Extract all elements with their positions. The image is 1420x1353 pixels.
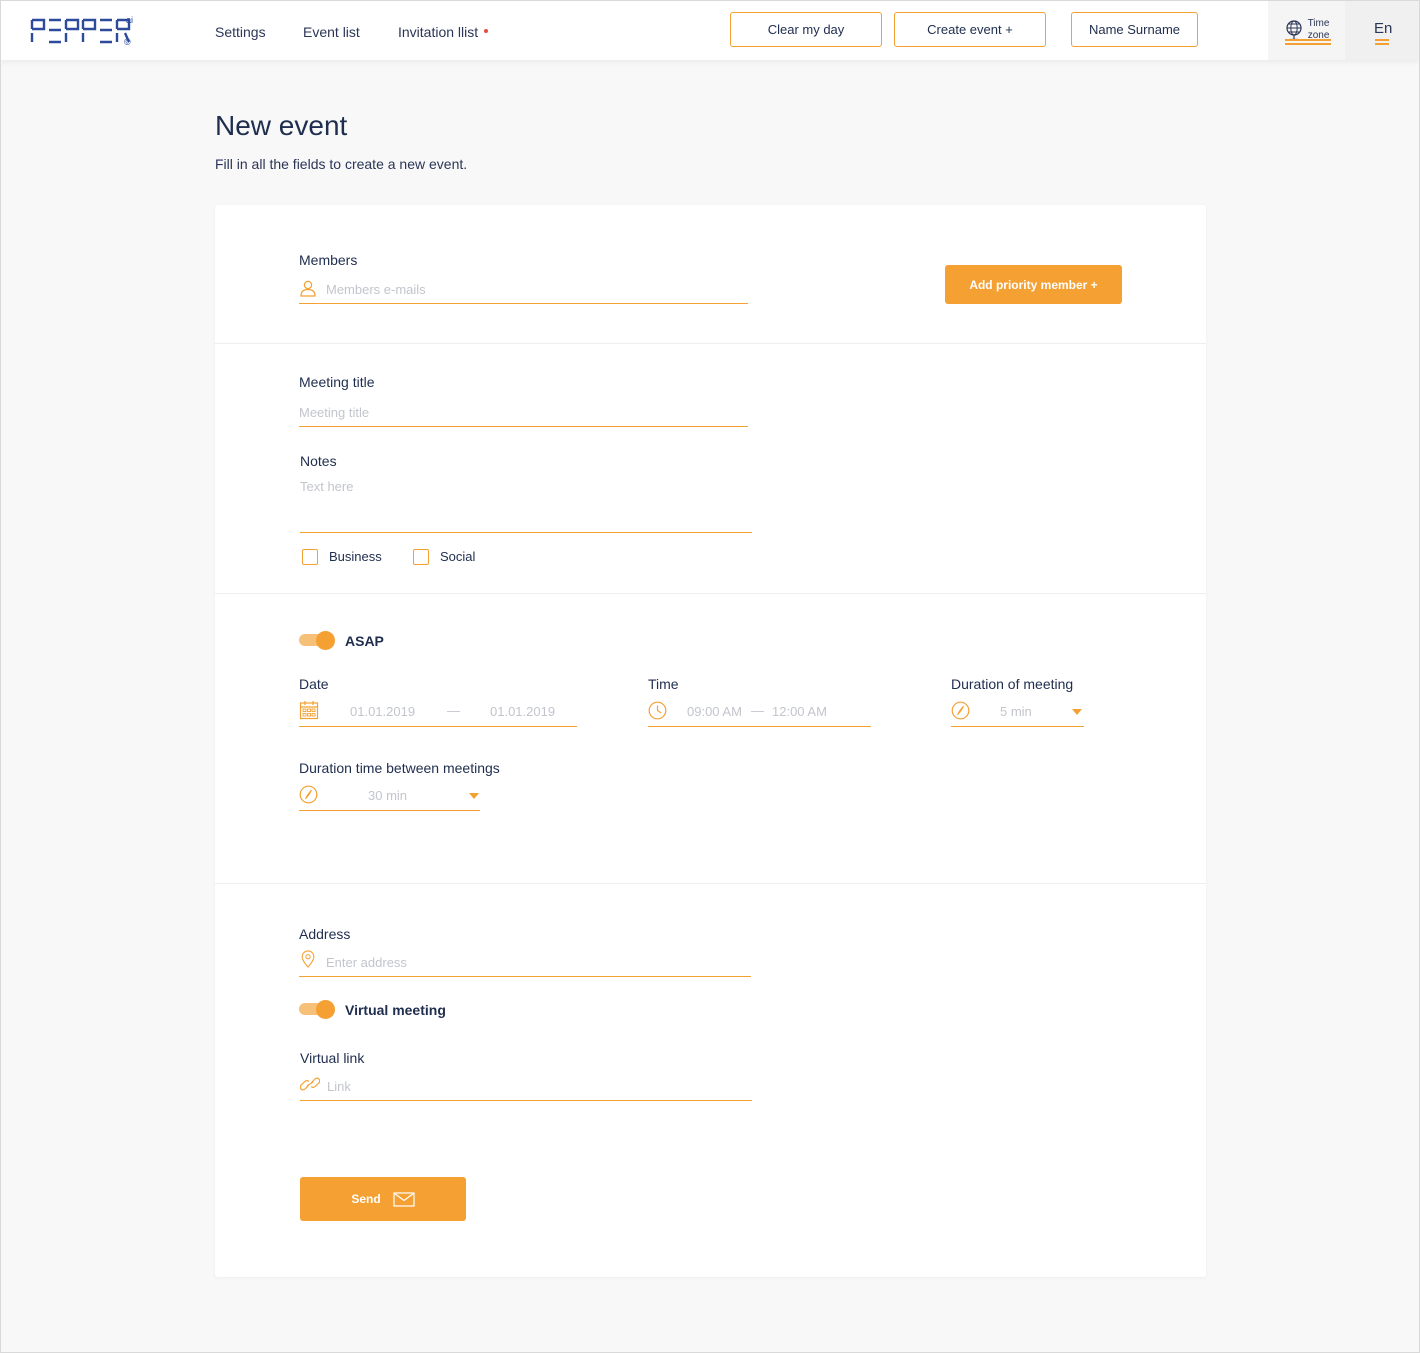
date-separator: —: [447, 703, 460, 718]
social-label: Social: [440, 549, 476, 564]
meeting-title-field: [299, 399, 748, 427]
language-underline: [1375, 39, 1389, 41]
virtual-link-input[interactable]: [300, 1073, 752, 1099]
virtual-link-label: Virtual link: [300, 1050, 365, 1066]
address-label: Address: [299, 926, 351, 942]
members-label: Members: [299, 252, 358, 268]
between-meetings-select[interactable]: 30 min: [299, 783, 480, 811]
user-icon: [300, 280, 316, 297]
clear-my-day-button[interactable]: Clear my day: [730, 12, 882, 47]
send-button[interactable]: Send: [300, 1177, 466, 1221]
social-checkbox[interactable]: [413, 549, 429, 565]
section-divider: [215, 593, 1206, 594]
date-to-value: 01.01.2019: [490, 704, 556, 719]
address-field: [299, 949, 751, 977]
section-divider: [215, 883, 1206, 884]
address-input[interactable]: [299, 949, 751, 975]
business-label: Business: [329, 549, 382, 564]
user-name-button[interactable]: Name Surname: [1071, 12, 1198, 47]
compass-icon: [951, 701, 970, 720]
page-subtitle: Fill in all the fields to create a new e…: [215, 156, 468, 172]
timezone-underline-2: [1285, 43, 1331, 45]
notification-dot: [484, 29, 489, 34]
compass-icon: [299, 785, 318, 804]
time-label: Time: [648, 676, 679, 692]
link-icon: [300, 1077, 320, 1091]
members-field: [299, 276, 748, 304]
date-label: Date: [299, 676, 329, 692]
date-from-value: 01.01.2019: [350, 704, 416, 719]
add-priority-member-button[interactable]: Add priority member +: [945, 265, 1122, 304]
meeting-title-label: Meeting title: [299, 374, 375, 390]
time-from-value: 09:00 AM: [687, 704, 742, 719]
notes-label: Notes: [300, 453, 337, 469]
duration-value: 5 min: [1000, 704, 1032, 719]
calendar-icon: [299, 701, 319, 720]
date-range-field[interactable]: 01.01.2019 — 01.01.2019: [299, 699, 577, 727]
globe-icon: [1285, 20, 1302, 41]
time-separator: —: [751, 703, 764, 718]
between-meetings-label: Duration time between meetings: [299, 760, 500, 776]
new-event-form: Members Add priority member + Meeting ti…: [215, 205, 1206, 1277]
time-to-value: 12:00 AM: [772, 704, 827, 719]
create-event-button[interactable]: Create event +: [894, 12, 1046, 47]
between-meetings-value: 30 min: [368, 788, 408, 803]
asap-toggle[interactable]: [299, 631, 335, 650]
virtual-toggle-knob: [316, 1000, 335, 1019]
nav-event-list[interactable]: Event list: [303, 24, 360, 40]
members-input[interactable]: [299, 276, 748, 302]
timezone-underline: [1285, 39, 1331, 41]
svg-text:©: ©: [124, 37, 131, 47]
duration-select[interactable]: 5 min: [951, 699, 1084, 727]
virtual-meeting-label: Virtual meeting: [345, 1002, 446, 1018]
pepper-logo[interactable]: ai ©: [30, 14, 140, 48]
notes-field: [300, 479, 752, 533]
location-pin-icon: [301, 950, 315, 968]
nav-invitation-list[interactable]: Invitation llist: [398, 24, 489, 40]
timezone-selector[interactable]: Time zone: [1268, 0, 1345, 60]
page-title: New event: [215, 110, 348, 141]
nav-invitation-list-label: Invitation llist: [398, 24, 479, 40]
chevron-down-icon: [1072, 709, 1082, 715]
svg-text:ai: ai: [126, 15, 133, 25]
duration-label: Duration of meeting: [951, 676, 1074, 692]
top-header: ai © Settings Event list Invitation llis…: [0, 0, 1420, 60]
notes-textarea[interactable]: [300, 479, 752, 532]
clock-icon: [648, 701, 667, 720]
language-selector[interactable]: En: [1345, 0, 1420, 60]
language-underline-2: [1375, 43, 1389, 45]
business-checkbox[interactable]: [302, 549, 318, 565]
virtual-link-field: [300, 1073, 752, 1101]
section-divider: [215, 343, 1206, 344]
nav-settings[interactable]: Settings: [215, 24, 266, 40]
language-label: En: [1374, 20, 1393, 37]
asap-label: ASAP: [345, 633, 384, 649]
chevron-down-icon: [469, 793, 479, 799]
virtual-meeting-toggle[interactable]: [299, 1000, 335, 1019]
send-button-label: Send: [351, 1192, 381, 1206]
meeting-title-input[interactable]: [299, 399, 748, 425]
asap-toggle-knob: [316, 631, 335, 650]
envelope-icon: [393, 1191, 415, 1207]
time-range-field[interactable]: 09:00 AM — 12:00 AM: [648, 699, 871, 727]
